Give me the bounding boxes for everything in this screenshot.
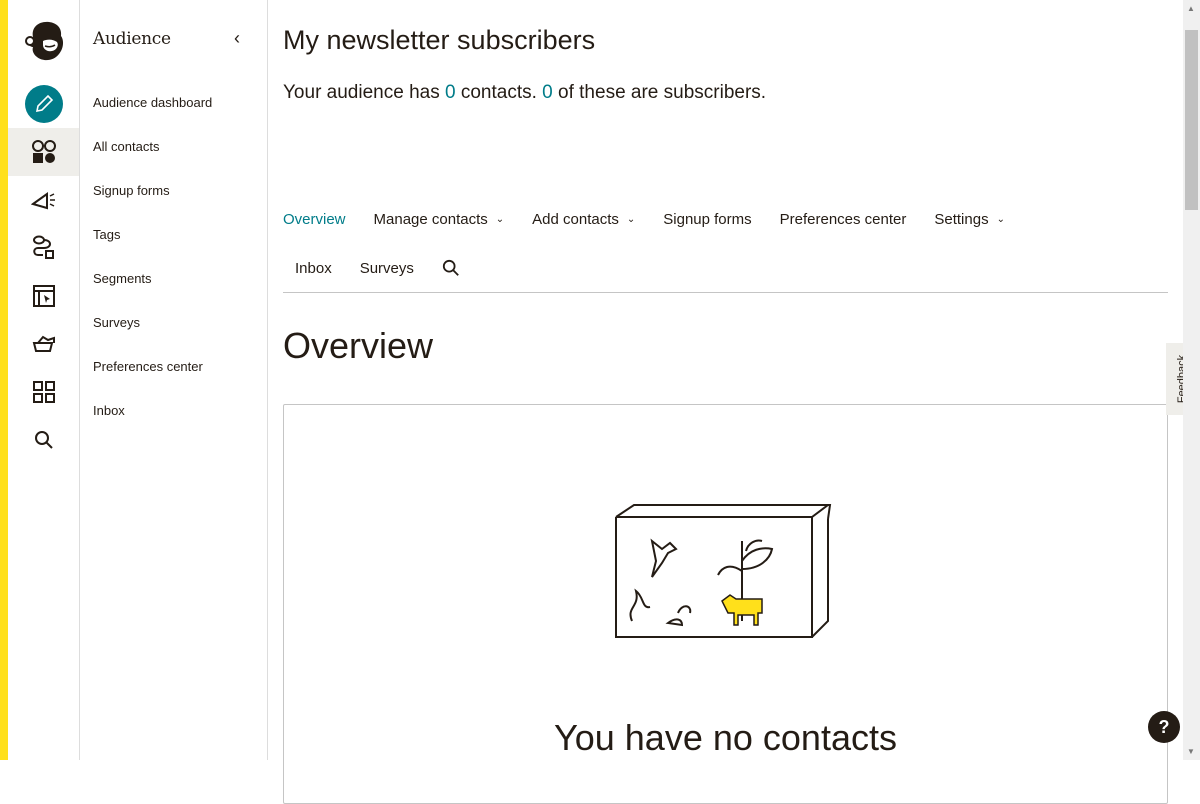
tab-overview[interactable]: Overview	[283, 211, 346, 228]
primary-nav-rail	[8, 0, 80, 760]
tab-search-icon[interactable]	[442, 259, 460, 277]
help-button[interactable]: ?	[1148, 711, 1180, 743]
tab-signup-forms[interactable]: Signup forms	[663, 211, 751, 228]
tab-bar: Overview Manage contacts ⌄ Add contacts ⌄ …	[283, 211, 1033, 228]
scrollbar-thumb[interactable]	[1185, 30, 1198, 210]
tab-inbox[interactable]: Inbox	[295, 260, 332, 277]
automations-icon[interactable]	[8, 224, 79, 272]
apps-grid-icon[interactable]	[8, 368, 79, 416]
tab-manage-contacts[interactable]: Manage contacts ⌄	[374, 211, 505, 228]
tab-surveys[interactable]: Surveys	[360, 260, 414, 277]
tab-label: Inbox	[295, 259, 332, 277]
subnav-item-signup-forms[interactable]: Signup forms	[93, 183, 170, 198]
chevron-down-icon: ⌄	[495, 214, 505, 225]
brand-stripe	[0, 0, 8, 760]
tab-label: Settings	[934, 211, 989, 228]
search-icon[interactable]	[8, 416, 79, 464]
subnav-item-all-contacts[interactable]: All contacts	[93, 139, 159, 154]
subnav-item-surveys[interactable]: Surveys	[93, 315, 140, 330]
tab-bar-row-2: Inbox Surveys	[295, 259, 488, 277]
divider	[283, 292, 1168, 293]
website-icon[interactable]	[8, 272, 79, 320]
audience-icon[interactable]	[8, 128, 79, 176]
scrollbar[interactable]: ▲ ▼	[1183, 0, 1200, 760]
subnav-title: Audience	[93, 29, 171, 49]
tab-label: Surveys	[359, 259, 414, 277]
subnav-item-inbox[interactable]: Inbox	[93, 403, 125, 418]
summary-text: of these are subscribers.	[552, 82, 767, 103]
contacts-count: 0	[444, 82, 456, 103]
page-title: My newsletter subscribers	[283, 25, 596, 55]
create-pencil-icon[interactable]	[8, 80, 79, 128]
campaigns-icon[interactable]	[8, 176, 79, 224]
subnav-item-preferences-center[interactable]: Preferences center	[93, 359, 203, 374]
tab-label: Overview	[283, 211, 346, 228]
tab-add-contacts[interactable]: Add contacts ⌄	[532, 211, 635, 228]
tab-label: Manage contacts	[373, 211, 488, 228]
collapse-chevron-icon[interactable]: ‹	[234, 28, 240, 49]
empty-state-title: You have no contacts	[554, 717, 897, 758]
scroll-up-arrow-icon[interactable]: ▲	[1187, 4, 1195, 13]
subnav-item-tags[interactable]: Tags	[93, 227, 120, 242]
subscribers-count: 0	[542, 82, 553, 103]
scroll-down-arrow-icon[interactable]: ▼	[1187, 747, 1195, 756]
chevron-down-icon: ⌄	[626, 214, 636, 225]
summary-text: Your audience has	[283, 82, 445, 103]
tab-label: Add contacts	[532, 211, 619, 228]
tab-label: Signup forms	[663, 211, 752, 228]
section-title: Overview	[283, 325, 434, 366]
terrarium-illustration	[615, 504, 832, 638]
tab-preferences-center[interactable]: Preferences center	[780, 211, 907, 228]
audience-subnav: Audience ‹ Audience dashboard All contac…	[80, 0, 268, 760]
main-content: My newsletter subscribers Your audience …	[283, 0, 1168, 804]
mailchimp-logo[interactable]	[8, 16, 79, 66]
tab-label: Preferences center	[779, 211, 907, 228]
audience-summary: Your audience has 0 contacts. 0 of these…	[283, 82, 766, 104]
tab-settings[interactable]: Settings ⌄	[934, 211, 1005, 228]
empty-state-card: You have no contacts	[283, 404, 1168, 804]
subnav-item-audience-dashboard[interactable]: Audience dashboard	[93, 95, 212, 110]
summary-text: contacts.	[455, 82, 543, 103]
integrations-icon[interactable]	[8, 320, 79, 368]
subnav-item-segments[interactable]: Segments	[93, 271, 152, 286]
chevron-down-icon: ⌄	[996, 214, 1005, 225]
